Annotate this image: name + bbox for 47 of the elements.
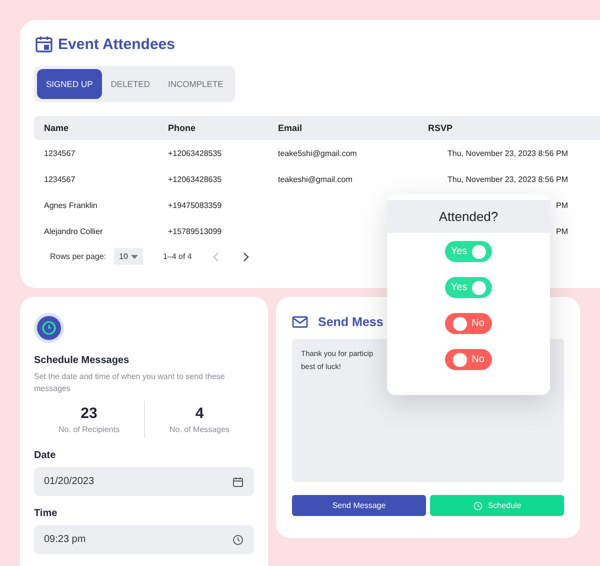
table-cell: Thu, November 23, 2023 8:56 PM — [447, 174, 568, 184]
table-cell: +15789513099 — [168, 226, 222, 236]
popup-title: Attended? — [438, 209, 498, 224]
tab[interactable]: INCOMPLETE — [158, 69, 232, 99]
send-button[interactable]: Send Message — [292, 495, 426, 516]
tab[interactable]: SIGNED UP — [37, 69, 102, 99]
table-cell: Alejandro Collier — [44, 226, 103, 236]
clock-icon — [472, 500, 483, 510]
card-title: Event Attendees — [58, 36, 175, 52]
table-cell: Agnes Franklin — [44, 200, 98, 210]
tab[interactable]: DELETED — [102, 69, 159, 99]
table-cell: Thu, November 23, 2023 8:56 PM — [447, 148, 568, 158]
column-header: Name — [44, 123, 70, 133]
rows-per-page-label: Rows per page: — [50, 252, 106, 261]
table-cell: +12063428635 — [168, 174, 222, 184]
column-header: RSVP — [428, 123, 454, 133]
caret-icon — [130, 254, 138, 258]
table-cell: PM — [556, 226, 568, 236]
card-title: Schedule Messages — [34, 355, 130, 366]
table-cell: PM — [556, 200, 568, 210]
table-cell: +12063428535 — [168, 148, 222, 158]
time-field[interactable]: 09:23 pm — [34, 525, 254, 554]
next-page-icon[interactable] — [242, 252, 250, 262]
table-cell: teake5shi@gmail.com — [278, 148, 357, 158]
table-cell: +19475083359 — [168, 200, 222, 210]
clock-icon — [232, 534, 244, 546]
table-cell: teakeshi@gmail.com — [278, 174, 352, 184]
table-cell: 1234567 — [44, 174, 76, 184]
stat-value: 23 — [80, 405, 98, 422]
page-range: 1–4 of 4 — [162, 252, 192, 261]
table-cell: 1234567 — [44, 148, 76, 158]
stat-label: No. of Recipients — [58, 425, 120, 434]
calendar-icon — [34, 34, 54, 54]
stat-value: 4 — [195, 405, 204, 422]
column-header: Email — [278, 123, 304, 133]
field-label: Date — [34, 450, 57, 461]
attendance-toggle[interactable]: No — [445, 313, 492, 334]
rows-per-page-select[interactable]: 10 — [114, 248, 143, 265]
attendance-toggle[interactable]: No — [445, 349, 492, 370]
mail-icon — [292, 315, 308, 329]
stat-label: No. of Messages — [169, 425, 230, 434]
card-title: Send Mess — [318, 315, 384, 329]
field-label: Time — [34, 508, 58, 519]
calendar-icon — [232, 476, 244, 488]
card-description: Set the date and time of when you want to send these messages — [34, 371, 226, 395]
date-field[interactable]: 01/20/2023 — [34, 467, 254, 496]
column-header: Phone — [168, 123, 197, 133]
